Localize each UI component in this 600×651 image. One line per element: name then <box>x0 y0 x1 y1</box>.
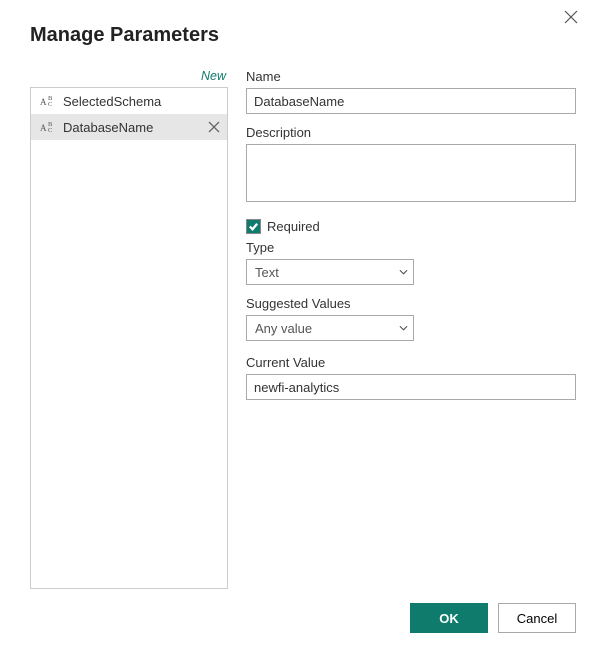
close-button[interactable] <box>564 10 584 30</box>
parameter-form: Name Description Required Type Text <box>246 69 576 589</box>
parameter-list-pane: New A B C SelectedSchema <box>30 69 228 589</box>
parameter-item-databasename[interactable]: A B C DatabaseName <box>31 114 227 140</box>
parameter-item-selectedschema[interactable]: A B C SelectedSchema <box>31 88 227 114</box>
ok-button[interactable]: OK <box>410 603 488 633</box>
delete-parameter-icon[interactable] <box>207 120 221 134</box>
suggested-values-value: Any value <box>255 321 312 336</box>
description-label: Description <box>246 125 576 140</box>
cancel-button[interactable]: Cancel <box>498 603 576 633</box>
name-input[interactable] <box>246 88 576 114</box>
svg-text:C: C <box>48 101 52 108</box>
required-label: Required <box>267 219 320 234</box>
svg-text:A: A <box>40 123 47 133</box>
description-input[interactable] <box>246 144 576 202</box>
text-type-icon: A B C <box>39 93 57 109</box>
suggested-values-select[interactable]: Any value <box>246 315 414 341</box>
current-value-input[interactable] <box>246 374 576 400</box>
required-checkbox[interactable] <box>246 219 261 234</box>
parameter-item-label: SelectedSchema <box>63 94 221 109</box>
parameter-list: A B C SelectedSchema A B C <box>30 87 228 589</box>
type-select-value: Text <box>255 265 279 280</box>
type-label: Type <box>246 240 576 255</box>
dialog-footer: OK Cancel <box>30 589 576 651</box>
new-parameter-link[interactable]: New <box>201 69 226 83</box>
dialog-title: Manage Parameters <box>30 24 576 47</box>
current-value-label: Current Value <box>246 355 576 370</box>
suggested-values-label: Suggested Values <box>246 296 576 311</box>
text-type-icon: A B C <box>39 119 57 135</box>
parameter-item-label: DatabaseName <box>63 120 207 135</box>
svg-text:A: A <box>40 97 47 107</box>
manage-parameters-dialog: Manage Parameters New A B C SelectedSche… <box>0 0 600 651</box>
type-select[interactable]: Text <box>246 259 414 285</box>
name-label: Name <box>246 69 576 84</box>
svg-text:C: C <box>48 127 52 134</box>
